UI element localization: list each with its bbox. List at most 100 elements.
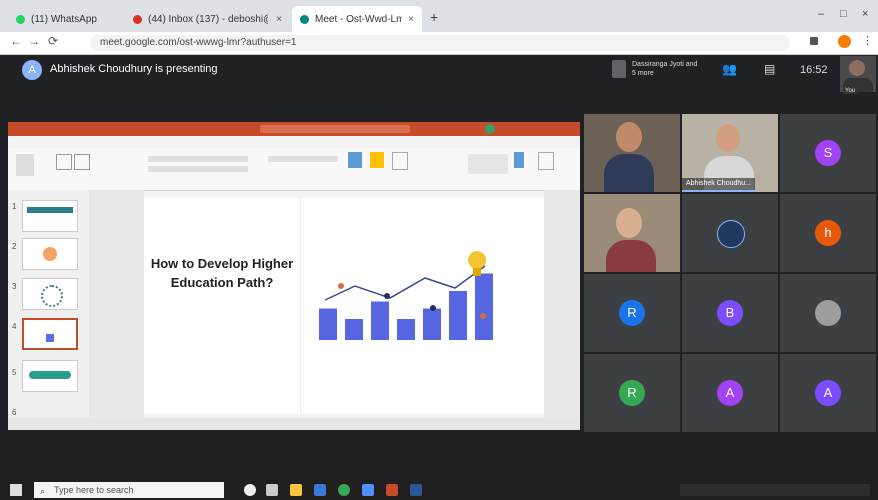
taskbar-search-field[interactable]: Type here to search: [34, 482, 224, 498]
participant-tile[interactable]: [682, 194, 778, 272]
participants-label: Dassiranga Jyoti and 5 more: [632, 61, 698, 77]
editing-group[interactable]: [468, 154, 508, 174]
slide-thumbnail[interactable]: [22, 238, 78, 270]
maximize-button[interactable]: □: [840, 8, 847, 20]
self-face: [849, 60, 865, 76]
tab-gmail[interactable]: (44) Inbox (137) - deboshi@gl... ×: [125, 6, 290, 32]
slide-number: 3: [12, 282, 17, 291]
tab-label: (44) Inbox (137) - deboshi@gl...: [148, 13, 268, 25]
slide-thumbnail[interactable]: [22, 278, 78, 310]
reload-icon[interactable]: ⟳: [48, 34, 58, 48]
extension-icon[interactable]: [810, 37, 818, 45]
illustration-bar: [475, 273, 493, 340]
slide-thumbnail[interactable]: [22, 360, 78, 392]
new-tab-button[interactable]: +: [430, 9, 438, 25]
ppt-ribbon[interactable]: [8, 148, 580, 191]
layout-icon[interactable]: [74, 154, 90, 170]
thumb-banner: [27, 207, 73, 213]
back-icon[interactable]: ←: [10, 34, 22, 48]
designer-icon[interactable]: [538, 152, 554, 170]
mail-icon[interactable]: [362, 484, 374, 496]
participant-avatar: A: [717, 380, 743, 406]
close-tab-icon[interactable]: ×: [270, 14, 282, 25]
presenter-avatar: A: [22, 60, 42, 80]
meeting-clock: 16:52: [800, 64, 828, 76]
person-figure: [338, 283, 344, 289]
close-tab-icon[interactable]: ×: [402, 14, 414, 25]
system-tray[interactable]: [680, 484, 870, 496]
slide-thumbnail[interactable]: [22, 200, 78, 232]
chat-icon[interactable]: ▤: [764, 62, 775, 76]
slide-number: 2: [12, 242, 17, 251]
participant-tile[interactable]: [584, 194, 680, 272]
people-icon[interactable]: 👥: [722, 62, 737, 76]
thumb-cycle: [41, 285, 63, 307]
slide-illustration: [319, 251, 493, 340]
person-figure: [480, 313, 486, 319]
trophy-icon: [468, 251, 486, 269]
participant-tile[interactable]: [584, 114, 680, 192]
bar-graphic: [319, 273, 493, 340]
meet-icon: [300, 14, 309, 24]
participant-face: [616, 122, 642, 152]
person-figure: [430, 305, 436, 311]
arrange-icon[interactable]: [370, 152, 384, 168]
tab-meet[interactable]: Meet - Ost-Wwd-Lmrua ×: [292, 6, 422, 32]
paragraph-box[interactable]: [268, 156, 338, 162]
ppt-search-box[interactable]: [260, 125, 410, 133]
participant-tile[interactable]: R: [584, 274, 680, 352]
slide-title: How to Develop Higher Education Path?: [150, 256, 294, 290]
participant-photo-avatar: [815, 300, 841, 326]
chrome-icon[interactable]: [338, 484, 350, 496]
participant-avatar: A: [815, 380, 841, 406]
minimize-button[interactable]: –: [818, 8, 824, 20]
store-icon[interactable]: [314, 484, 326, 496]
participant-name: Abhishek Choudhu...: [682, 178, 755, 192]
close-window-button[interactable]: ×: [862, 8, 868, 20]
participant-photo-avatar: [717, 220, 745, 248]
participant-tile[interactable]: A: [780, 354, 876, 432]
word-icon[interactable]: [410, 484, 422, 496]
participant-face: [616, 208, 642, 238]
task-view-icon[interactable]: [266, 484, 278, 496]
font-box[interactable]: [148, 156, 248, 162]
slide-thumbnail-pane: 1 2 3 4 5 6: [8, 190, 91, 424]
tab-whatsapp[interactable]: (11) WhatsApp: [8, 6, 123, 32]
slide-canvas-margin-left: [89, 190, 144, 418]
thumb-arrow: [29, 371, 71, 379]
forward-icon[interactable]: →: [28, 34, 40, 48]
new-slide-icon[interactable]: [56, 154, 72, 170]
quick-styles-icon[interactable]: [392, 152, 408, 170]
participant-tile[interactable]: [780, 274, 876, 352]
participant-tile[interactable]: h: [780, 194, 876, 272]
participant-tile[interactable]: Abhishek Choudhu...: [682, 114, 778, 192]
ppt-user-avatar[interactable]: [485, 124, 495, 134]
participant-avatar: R: [619, 300, 645, 326]
trophy-base: [473, 268, 481, 276]
participant-avatar: R: [619, 380, 645, 406]
participant-body: [606, 240, 656, 272]
menu-icon[interactable]: ⋮: [862, 34, 873, 47]
shapes-icon[interactable]: [348, 152, 362, 168]
url-field[interactable]: meet.google.com/ost-wwwg-lmr?authuser=1: [90, 35, 790, 51]
self-view[interactable]: [840, 56, 876, 92]
slide-thumbnail-selected[interactable]: [22, 318, 78, 350]
illustration-bar: [319, 308, 337, 340]
paste-icon[interactable]: [16, 154, 34, 176]
participant-tile[interactable]: B: [682, 274, 778, 352]
whatsapp-icon: [16, 14, 25, 24]
illustration-bar: [423, 308, 441, 340]
cortana-icon[interactable]: [244, 484, 256, 496]
profile-avatar[interactable]: [838, 35, 851, 48]
participant-avatar: h: [815, 220, 841, 246]
participant-tile[interactable]: A: [682, 354, 778, 432]
participant-tile[interactable]: S: [780, 114, 876, 192]
start-icon[interactable]: [10, 484, 22, 496]
participant-tile[interactable]: R: [584, 354, 680, 432]
self-label: You: [843, 88, 858, 94]
participant-grid: Abhishek Choudhu... S h R B R A A: [582, 112, 878, 434]
font-format-row[interactable]: [148, 166, 248, 172]
dictate-icon[interactable]: [514, 152, 524, 168]
file-explorer-icon[interactable]: [290, 484, 302, 496]
powerpoint-icon[interactable]: [386, 484, 398, 496]
